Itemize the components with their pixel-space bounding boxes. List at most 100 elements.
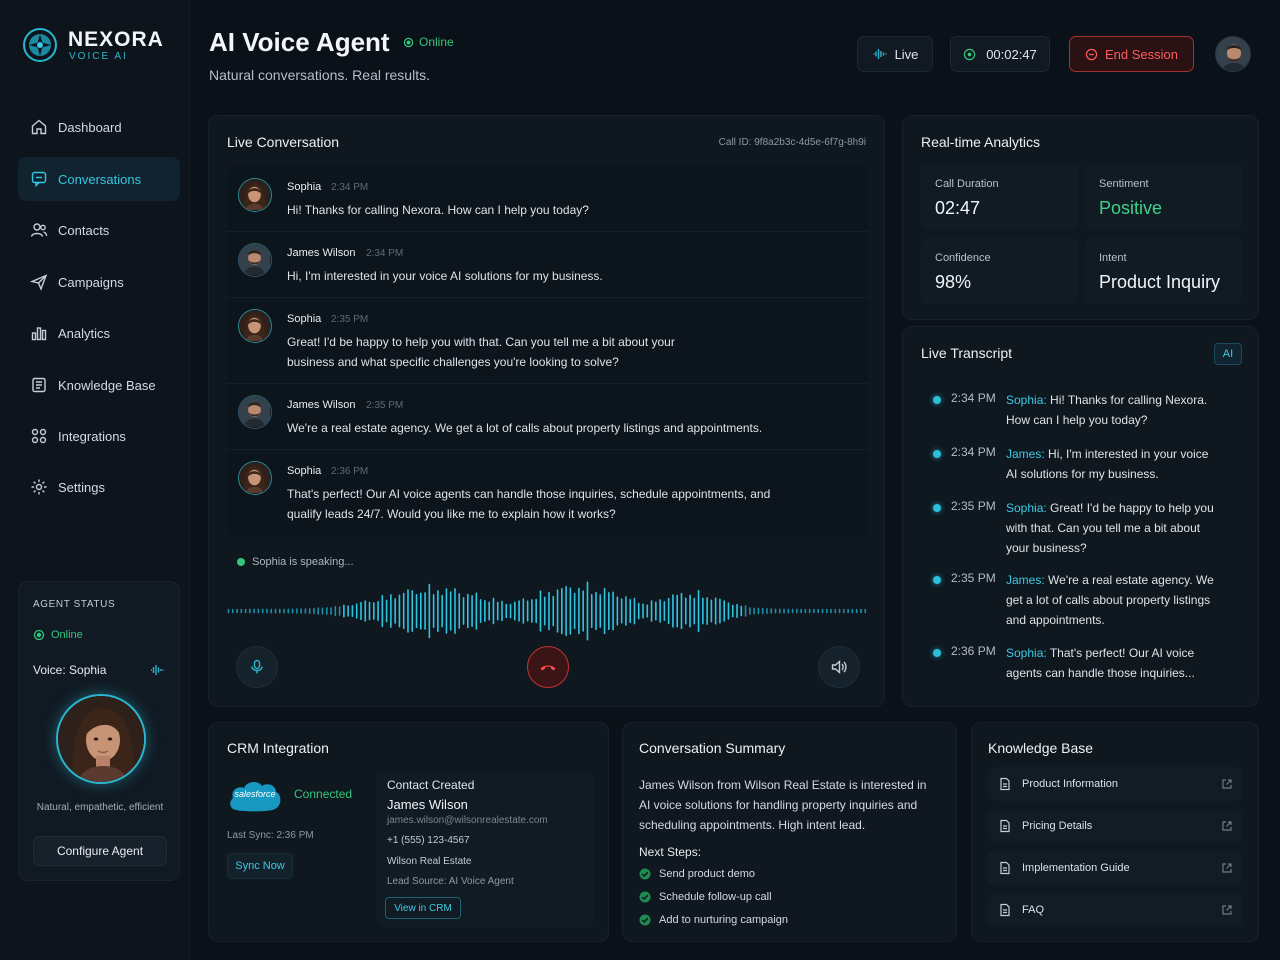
nav-label: Contacts bbox=[58, 222, 110, 238]
brand-subtitle: VOICE AI bbox=[69, 51, 128, 62]
crm-integration-panel: CRM Integration salesforce Connected Las… bbox=[208, 722, 609, 942]
contact-created-label: Contact Created bbox=[387, 778, 475, 792]
end-session-label: End Session bbox=[1105, 46, 1178, 62]
user-portrait-image bbox=[1216, 37, 1250, 71]
nav-item-analytics[interactable]: Analytics bbox=[18, 311, 180, 355]
stat-value: Positive bbox=[1099, 198, 1163, 218]
check-circle-icon bbox=[639, 914, 651, 926]
transcript-text: Sophia: Great! I'd be happy to help you … bbox=[1006, 501, 1214, 555]
nav-label: Conversations bbox=[58, 171, 142, 187]
transcript-speaker: Sophia: bbox=[1006, 646, 1047, 660]
kb-item-product-information[interactable]: Product Information bbox=[988, 767, 1243, 801]
nav-item-integrations[interactable]: Integrations bbox=[18, 414, 180, 458]
microphone-button[interactable] bbox=[236, 646, 278, 688]
crm-last-sync: Last Sync: 2:36 PM bbox=[227, 830, 314, 841]
stat-value: Product Inquiry bbox=[1099, 272, 1221, 292]
conversation-summary-panel: Conversation Summary James Wilson from W… bbox=[622, 722, 957, 942]
gear-icon bbox=[31, 479, 47, 495]
panel-title: Conversation Summary bbox=[639, 740, 786, 756]
check-circle-icon bbox=[639, 868, 651, 880]
users-icon bbox=[30, 223, 48, 237]
message-item: James Wilson 2:35 PM We're a real estate… bbox=[227, 384, 868, 450]
speaking-text: Sophia is speaking... bbox=[252, 556, 354, 568]
transcript-row: 2:35 PM Sophia: Great! I'd be happy to h… bbox=[921, 499, 1242, 563]
speaking-indicator: Sophia is speaking... bbox=[237, 556, 354, 568]
james-avatar bbox=[238, 243, 272, 277]
speaker-button[interactable] bbox=[818, 646, 860, 688]
home-icon bbox=[31, 119, 47, 135]
contact-name: James Wilson bbox=[387, 797, 468, 812]
nav-label: Settings bbox=[58, 479, 105, 495]
check-circle-icon bbox=[639, 891, 651, 903]
chat-icon bbox=[31, 171, 47, 188]
kb-item-pricing-details[interactable]: Pricing Details bbox=[988, 809, 1243, 843]
user-avatar[interactable] bbox=[1215, 36, 1251, 72]
message-time: 2:36 PM bbox=[331, 466, 369, 477]
next-step-item: Schedule follow-up call bbox=[639, 891, 772, 903]
contact-lead-source: Lead Source: AI Voice Agent bbox=[387, 876, 514, 887]
next-step-item: Add to nurturing campaign bbox=[639, 914, 788, 926]
message-list[interactable]: Sophia 2:34 PM Hi! Thanks for calling Ne… bbox=[227, 166, 868, 536]
audio-waveform bbox=[227, 581, 867, 641]
transcript-time: 2:36 PM bbox=[951, 644, 996, 658]
message-sender: Sophia bbox=[287, 313, 322, 325]
end-session-button[interactable]: End Session bbox=[1069, 36, 1194, 72]
live-transcript-panel: Live Transcript AI 2:34 PM Sophia: Hi! T… bbox=[902, 326, 1259, 707]
message-item: Sophia 2:34 PM Hi! Thanks for calling Ne… bbox=[227, 166, 868, 232]
stop-icon bbox=[1085, 48, 1098, 60]
bar-chart-icon bbox=[31, 327, 47, 341]
ai-badge: AI bbox=[1214, 343, 1242, 365]
message-text: Hi! Thanks for calling Nexora. How can I… bbox=[287, 203, 589, 217]
message-time: 2:35 PM bbox=[331, 314, 369, 325]
contact-created-card: Contact Created James Wilson james.wilso… bbox=[377, 773, 594, 927]
message-text: We're a real estate agency. We get a lot… bbox=[287, 421, 763, 435]
page-title: AI Voice Agent bbox=[209, 27, 390, 57]
crm-connection-status: Connected bbox=[294, 787, 353, 801]
speaking-dot bbox=[237, 558, 245, 566]
transcript-row: 2:34 PM Sophia: Hi! Thanks for calling N… bbox=[921, 391, 1242, 437]
panel-title: Real-time Analytics bbox=[921, 134, 1041, 150]
nav-item-campaigns[interactable]: Campaigns bbox=[18, 260, 180, 304]
james-avatar bbox=[238, 395, 272, 429]
brand-name: NEXORA bbox=[68, 28, 164, 51]
message-sender: Sophia bbox=[287, 465, 322, 477]
header-status: Online bbox=[403, 35, 454, 49]
transcript-text: James: We're a real estate agency. We ge… bbox=[1006, 573, 1214, 627]
document-icon bbox=[1000, 777, 1010, 791]
external-link-icon bbox=[1222, 779, 1232, 789]
stat-confidence: Confidence 98% bbox=[921, 238, 1078, 304]
nav-item-dashboard[interactable]: Dashboard bbox=[18, 105, 180, 149]
nav-item-contacts[interactable]: Contacts bbox=[18, 208, 180, 252]
kb-item-faq[interactable]: FAQ bbox=[988, 893, 1243, 927]
configure-agent-button[interactable]: Configure Agent bbox=[33, 836, 167, 866]
sophia-avatar bbox=[238, 461, 272, 495]
panel-title: Live Transcript bbox=[921, 345, 1013, 361]
nav-item-settings[interactable]: Settings bbox=[18, 465, 180, 509]
transcript-time: 2:34 PM bbox=[951, 391, 996, 405]
transcript-dot bbox=[933, 396, 941, 404]
transcript-speaker: Sophia: bbox=[1006, 393, 1047, 407]
hang-up-button[interactable] bbox=[527, 646, 569, 688]
live-indicator[interactable]: Live bbox=[857, 36, 933, 72]
speaker-icon bbox=[831, 659, 847, 675]
kb-item-implementation-guide[interactable]: Implementation Guide bbox=[988, 851, 1243, 885]
grid-icon bbox=[31, 428, 47, 444]
session-timer: 00:02:47 bbox=[950, 36, 1050, 72]
send-icon bbox=[30, 274, 48, 291]
nav-label: Analytics bbox=[58, 325, 111, 341]
agent-portrait-image bbox=[58, 696, 144, 782]
nav-label: Campaigns bbox=[58, 274, 124, 290]
sophia-avatar bbox=[238, 178, 272, 212]
nav-item-knowledge-base[interactable]: Knowledge Base bbox=[18, 363, 180, 407]
sync-now-button[interactable]: Sync Now bbox=[227, 853, 293, 879]
view-in-crm-button[interactable]: View in CRM bbox=[385, 897, 461, 919]
waveform-icon[interactable] bbox=[149, 662, 165, 678]
stat-value: 98% bbox=[935, 272, 972, 292]
message-time: 2:34 PM bbox=[331, 182, 369, 193]
message-sender: Sophia bbox=[287, 181, 322, 193]
transcript-text: James: Hi, I'm interested in your voice … bbox=[1006, 447, 1209, 481]
message-time: 2:35 PM bbox=[366, 400, 404, 411]
transcript-row: 2:34 PM James: Hi, I'm interested in you… bbox=[921, 445, 1242, 491]
nav-item-conversations[interactable]: Conversations bbox=[18, 157, 180, 201]
message-item: Sophia 2:35 PM Great! I'd be happy to he… bbox=[227, 298, 868, 384]
